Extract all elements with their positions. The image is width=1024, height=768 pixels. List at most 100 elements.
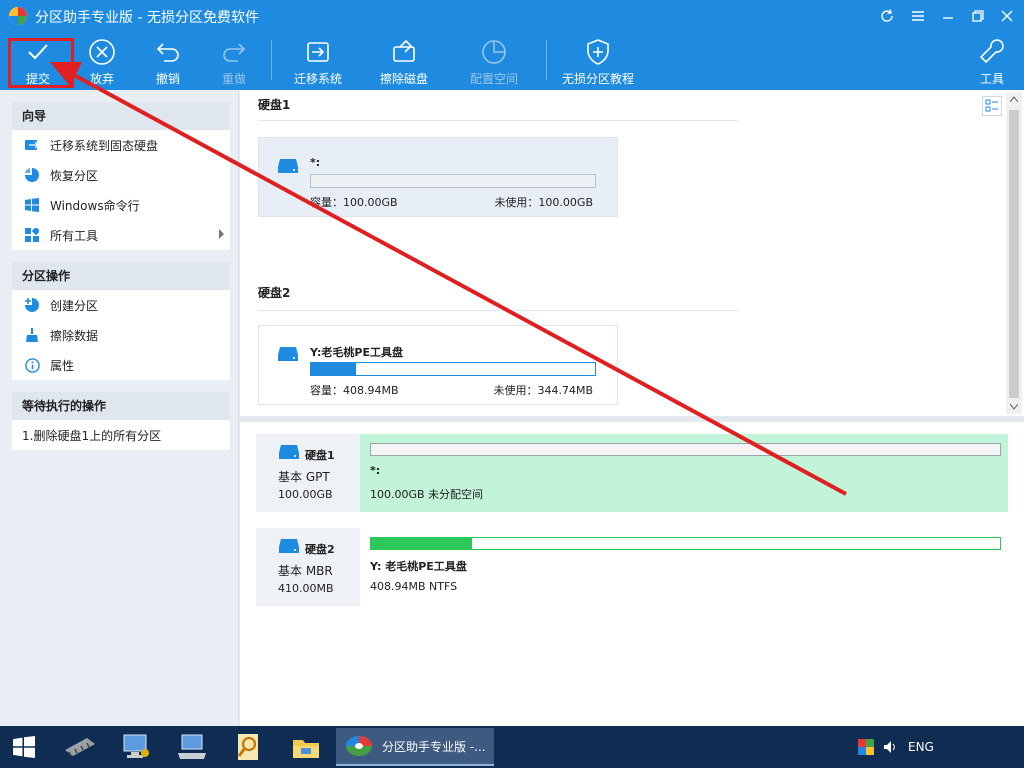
partition-name: Y:老毛桃PE工具盘 [310,346,403,359]
undo-icon [156,43,179,62]
wipe-disk-button[interactable]: 擦除磁盘 [376,32,432,90]
scrollbar-thumb[interactable] [1009,110,1019,398]
partition-card-disk1[interactable]: *: 容量：100.00GB 未使用：100.00GB [258,137,618,217]
system-tray: ENG [858,726,934,768]
taskbar-app-search[interactable] [226,728,270,766]
disk-name: 硬盘1 [305,449,335,462]
sidebar-item-label: 恢复分区 [50,168,99,183]
close-button[interactable] [992,4,1022,28]
start-button[interactable] [6,728,42,766]
sidebar-item-migrate-ssd[interactable]: 迁移系统到固态硬盘 [12,130,230,160]
partition-usage-bar [370,537,1001,550]
restore-button[interactable] [963,4,993,28]
disk-map-row-2[interactable]: 硬盘2 基本 MBR 410.00MB Y: 老毛桃PE工具盘 408.94MB… [256,528,1008,606]
migrate-icon [25,140,39,150]
menu-button[interactable] [903,4,933,28]
disk-size: 410.00MB [278,582,334,595]
scroll-up-icon [1010,96,1018,102]
migrate-os-label: 迁移系统 [293,72,342,86]
sidebar-item-create-partition[interactable]: 创建分区 [12,290,230,320]
folder-icon [293,740,319,758]
pending-op-label: 1.删除硬盘1上的所有分区 [22,428,162,443]
taskbar: 分区助手专业版 -... ENG [0,726,1024,768]
usage-bar-fill [311,363,357,375]
partition-name: Y: 老毛桃PE工具盘 [370,560,467,573]
recover-icon [25,168,39,182]
allocate-space-label: 配置空间 [469,72,518,86]
unused-text: 未使用：100.00GB [494,196,593,209]
create-partition-icon [25,298,39,312]
partition-name: *: [370,464,381,477]
usage-bar [310,174,596,188]
divider [258,120,738,121]
discard-button[interactable]: 放弃 [82,32,122,90]
disk1-heading: 硬盘1 [258,98,291,112]
app-logo-icon [9,7,27,25]
tools-button[interactable]: 工具 [974,32,1010,90]
hard-drive-icon [278,347,298,361]
tutorial-button[interactable]: 无损分区教程 [560,32,636,90]
allocate-space-button[interactable]: 配置空间 [466,32,522,90]
sidebar-item-label: 迁移系统到固态硬盘 [50,138,159,153]
migrate-os-button[interactable]: 迁移系统 [290,32,346,90]
sidebar-item-properties[interactable]: 属性 [12,350,230,380]
speaker-icon[interactable] [882,739,898,755]
menu-icon [912,11,924,21]
taskbar-app-network[interactable] [114,728,158,766]
taskbar-app-memory[interactable] [58,728,102,766]
commit-highlight-box [8,38,74,88]
shield-plus-icon [587,39,609,65]
partition-card-disk2[interactable]: Y:老毛桃PE工具盘 容量：408.94MB 未使用：344.74MB [258,325,618,405]
capacity-text: 容量：408.94MB [310,384,399,397]
partition-ops-heading: 分区操作 [12,262,230,290]
hard-drive-icon [279,539,299,553]
info-icon [24,357,40,373]
partition-assistant-icon [346,736,372,756]
view-toggle-button[interactable] [982,96,1002,116]
wipe-disk-icon [393,39,415,62]
vertical-scrollbar[interactable] [1006,92,1022,414]
tutorial-label: 无损分区教程 [561,72,634,86]
partition-block[interactable]: *: 100.00GB 未分配空间 [360,434,1008,512]
wizard-heading: 向导 [12,102,230,130]
refresh-icon [881,9,893,22]
color-display-icon[interactable] [858,739,874,755]
partition-ops-panel: 分区操作 创建分区 擦除数据 属性 [12,262,230,380]
undo-button[interactable]: 撤销 [148,32,188,90]
taskbar-app-explorer[interactable] [284,728,328,766]
refresh-button[interactable] [872,4,902,28]
redo-button[interactable]: 重做 [214,32,254,90]
sidebar-item-label: 属性 [50,358,75,373]
sidebar-item-wipe-data[interactable]: 擦除数据 [12,320,230,350]
taskbar-active-app[interactable]: 分区助手专业版 -... [336,728,494,766]
usage-bar [310,362,596,376]
magnifier-icon [237,734,258,760]
taskbar-app-keyboard[interactable] [170,728,214,766]
sidebar-item-label: 创建分区 [50,298,99,313]
sidebar-item-windows-cmd[interactable]: Windows命令行 [12,190,230,220]
sidebar-item-all-tools[interactable]: 所有工具 [12,220,230,250]
undo-label: 撤销 [155,72,180,86]
submenu-arrow-icon [219,229,224,239]
language-indicator[interactable]: ENG [908,740,934,754]
close-icon [1001,10,1013,22]
disk-info: 硬盘1 基本 GPT 100.00GB [256,434,360,512]
partition-name: *: [310,156,321,169]
pending-ops-panel: 等待执行的操作 1.删除硬盘1上的所有分区 [12,392,230,450]
disk2-heading: 硬盘2 [258,286,291,300]
tools-label: 工具 [979,72,1004,86]
sidebar-item-label: Windows命令行 [50,198,140,213]
windows-start-icon [13,736,35,758]
migrate-disk-icon [307,42,329,62]
list-view-icon [985,99,998,112]
sidebar-item-recover-partition[interactable]: 恢复分区 [12,160,230,190]
toolbar: 提交 放弃 撤销 重做 迁移系统 擦除磁盘 配置空间 无损分区教程 工具 [0,32,1024,90]
network-computer-icon [123,734,149,758]
toolbar-separator [271,40,272,80]
taskbar-active-app-label: 分区助手专业版 -... [382,739,486,754]
disk-card-view: 硬盘1 *: 容量：100.00GB 未使用：100.00GB 硬盘2 Y:老毛… [240,90,1024,416]
disk-map-row-1[interactable]: 硬盘1 基本 GPT 100.00GB *: 100.00GB 未分配空间 [256,434,1008,512]
partition-block[interactable]: Y: 老毛桃PE工具盘 408.94MB NTFS [360,528,1008,606]
pie-chart-icon [482,40,506,64]
minimize-button[interactable] [933,4,963,28]
